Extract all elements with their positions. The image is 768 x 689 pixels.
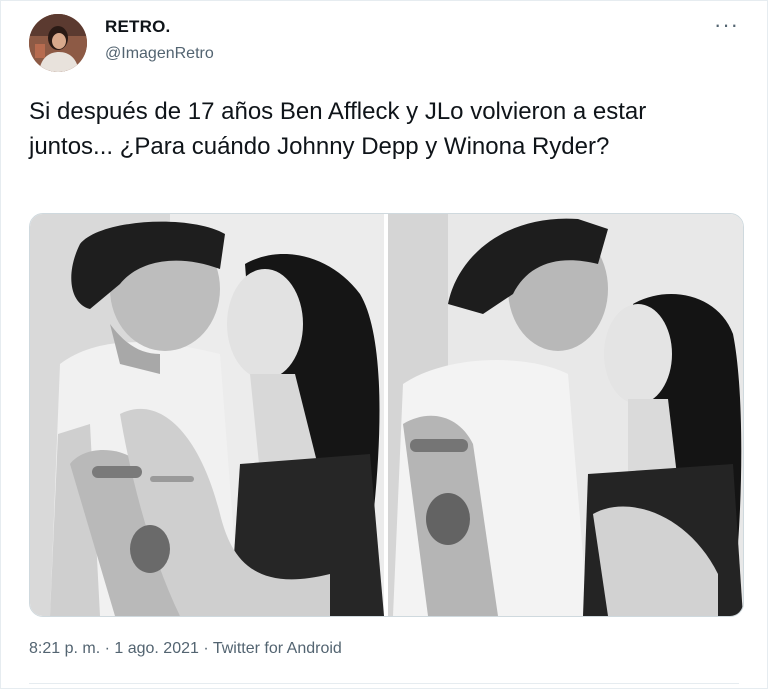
tweet-source[interactable]: Twitter for Android [213, 640, 342, 657]
divider [29, 683, 739, 684]
meta-separator: · [100, 640, 115, 657]
tweet-card: RETRO. @ImagenRetro ··· Si después de 17… [0, 0, 768, 689]
tweet-text: Si después de 17 años Ben Affleck y JLo … [29, 98, 647, 160]
avatar-image [29, 14, 87, 72]
meta-separator: · [198, 640, 213, 657]
tweet-metadata: 8:21 p. m. · 1 ago. 2021 · Twitter for A… [29, 640, 342, 658]
author-handle[interactable]: @ImagenRetro [105, 45, 214, 63]
author-display-name[interactable]: RETRO. [105, 17, 170, 37]
photo-right[interactable] [388, 214, 743, 616]
avatar[interactable] [29, 14, 87, 72]
photo-left-image [30, 214, 384, 616]
tweet-time[interactable]: 8:21 p. m. [29, 640, 100, 657]
tweet-date[interactable]: 1 ago. 2021 [114, 640, 199, 657]
photo-left[interactable] [30, 214, 384, 616]
more-options-icon[interactable]: ··· [714, 14, 739, 36]
tweet-media[interactable] [29, 213, 744, 617]
photo-right-image [388, 214, 743, 616]
